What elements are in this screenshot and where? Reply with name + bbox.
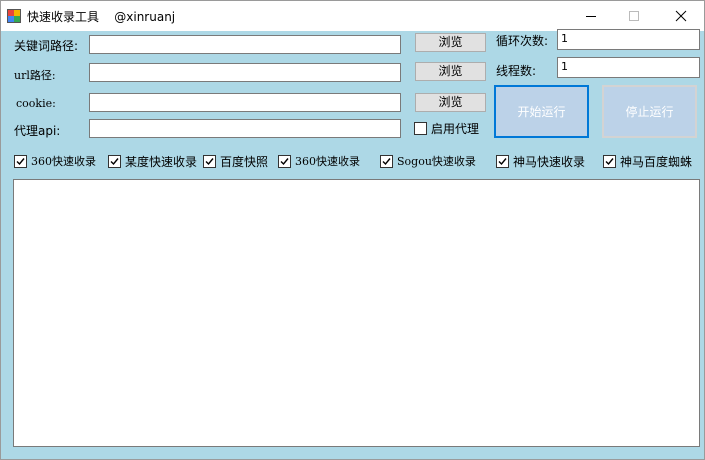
checkbox-box[interactable] [278,154,291,168]
loop-count-input[interactable]: 1 [557,29,700,50]
checkbox-box[interactable] [496,155,509,168]
browse-keyword-button[interactable]: 浏览 [415,33,486,52]
cookie-label: cookie: [16,97,56,110]
keyword-path-input[interactable] [89,35,401,54]
engine-checkbox[interactable]: Sogou快速收录 [380,153,476,169]
loop-count-label: 循环次数: [496,34,549,48]
url-path-input[interactable] [89,63,401,82]
engine-label: 百度快照 [220,155,269,169]
engine-label: 神马快速收录 [513,155,586,169]
thread-count-label: 线程数: [496,64,537,78]
engine-label: 360快速收录 [31,155,96,168]
checkmark-icon [16,157,25,165]
keyword-path-label: 关键词路径: [14,39,79,53]
browse-cookie-button[interactable]: 浏览 [415,93,486,112]
app-icon [7,9,21,23]
checkbox-box[interactable] [108,155,121,168]
minimize-icon [586,16,596,17]
checkmark-icon [498,158,507,166]
app-window: 快速收录工具 @xinruanj 关键词路径: url路径: cookie: 代… [0,0,705,460]
url-path-label: url路径: [14,69,56,82]
checkbox-box[interactable] [414,122,427,135]
start-button[interactable]: 开始运行 [494,85,589,138]
maximize-button[interactable] [611,1,657,31]
browse-url-button[interactable]: 浏览 [415,62,486,81]
stop-button[interactable]: 停止运行 [602,85,697,138]
minimize-button[interactable] [568,1,614,31]
window-title: 快速收录工具 @xinruanj [27,10,176,24]
checkmark-icon [280,157,289,165]
enable-proxy-label: 启用代理 [431,122,480,136]
cookie-input[interactable] [89,93,401,112]
proxy-api-label: 代理api: [14,124,61,138]
enable-proxy-checkbox[interactable]: 启用代理 [414,120,479,137]
checkbox-box[interactable] [380,154,393,168]
maximize-icon [629,11,639,21]
title-bar[interactable]: 快速收录工具 @xinruanj [1,1,704,31]
engine-label: 某度快速收录 [125,155,198,169]
checkmark-icon [382,157,391,165]
checkmark-icon [605,158,614,166]
engine-checkbox[interactable]: 某度快速收录 [108,153,197,170]
engine-label: 神马百度蜘蛛 [620,155,693,169]
checkmark-icon [205,158,214,166]
checkbox-box[interactable] [603,155,616,168]
engine-label: Sogou快速收录 [397,155,476,168]
proxy-api-input[interactable] [89,119,401,138]
engine-checkbox[interactable]: 360快速收录 [278,153,360,169]
checkbox-box[interactable] [203,155,216,168]
checkmark-icon [110,158,119,166]
engine-checkbox[interactable]: 神马快速收录 [496,153,585,170]
log-output[interactable] [13,179,700,447]
engine-checkbox[interactable]: 360快速收录 [14,153,96,169]
engine-label: 360快速收录 [295,155,360,168]
engine-checkbox[interactable]: 百度快照 [203,153,268,170]
checkbox-box[interactable] [14,154,27,168]
close-button[interactable] [658,1,704,31]
engine-checkbox[interactable]: 神马百度蜘蛛 [603,153,692,170]
thread-count-input[interactable]: 1 [557,57,700,78]
close-icon [675,10,687,22]
